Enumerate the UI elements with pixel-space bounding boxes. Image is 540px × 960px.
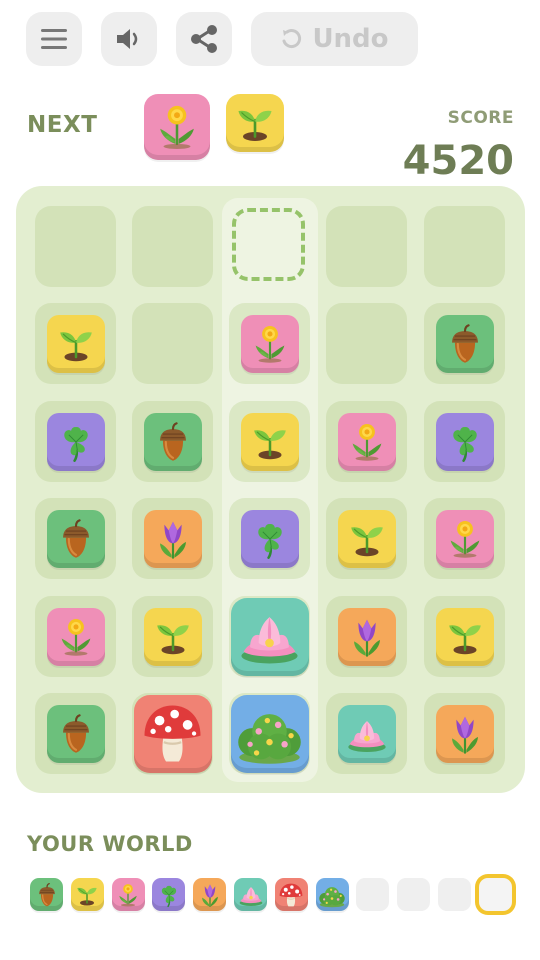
board-cell[interactable] — [35, 206, 116, 287]
flower-bush-icon — [319, 886, 345, 907]
next-tile-2 — [226, 94, 284, 152]
board-tile-acorn — [143, 412, 202, 471]
board-cell[interactable] — [326, 206, 407, 287]
board-cell[interactable] — [326, 303, 407, 384]
clover-icon — [452, 426, 477, 462]
board-tile-bush — [230, 694, 309, 773]
world-item-mushroom — [274, 878, 308, 911]
your-world-label: YOUR WORLD — [27, 832, 193, 856]
speaker-icon — [117, 29, 138, 49]
undo-label: Undo — [312, 24, 389, 54]
mushroom-icon — [279, 883, 303, 906]
dandelion-icon — [61, 618, 90, 656]
board-tile-dandelion — [337, 412, 396, 471]
drop-target-slot[interactable] — [232, 208, 305, 281]
sprout-icon — [350, 526, 383, 556]
score-value: 4520 — [402, 138, 514, 184]
score-label: SCORE — [447, 108, 514, 128]
world-item-bush — [315, 878, 349, 911]
next-label: NEXT — [27, 112, 98, 138]
acorn-icon — [62, 713, 89, 753]
board-tile-acorn — [46, 704, 105, 763]
tulip-icon — [451, 716, 478, 754]
flower-bush-icon — [238, 714, 301, 764]
sprout-icon — [59, 331, 92, 361]
board-tile-dandelion — [435, 509, 494, 568]
next-tile-1 — [144, 94, 210, 160]
dandelion-icon — [255, 325, 284, 363]
acorn-icon — [38, 882, 55, 906]
dandelion-icon — [119, 883, 137, 906]
undo-button[interactable]: Undo — [251, 12, 418, 66]
acorn-icon — [159, 421, 186, 461]
dandelion-icon — [352, 423, 381, 461]
mushroom-icon — [144, 705, 201, 762]
board-tile-mushroom — [133, 694, 212, 773]
board-tile-clover — [435, 412, 494, 471]
share-icon — [191, 25, 217, 53]
board-tile-sprout — [46, 314, 105, 373]
clover-icon — [161, 885, 177, 907]
sprout-icon — [77, 887, 97, 905]
board-tile-sprout — [435, 607, 494, 666]
tulip-icon — [201, 884, 218, 907]
world-item-sprout — [70, 878, 104, 911]
world-item-lotus — [234, 878, 267, 911]
world-item-dandelion — [111, 878, 145, 911]
sprout-icon — [253, 429, 286, 459]
clover-icon — [63, 426, 88, 462]
world-item-clover — [152, 878, 186, 911]
world-item-acorn — [30, 878, 63, 911]
board-cell[interactable] — [424, 206, 505, 287]
sound-button[interactable] — [101, 12, 157, 66]
acorn-icon — [62, 518, 89, 558]
board-tile-tulip — [143, 509, 202, 568]
board-tile-lotus — [230, 597, 309, 676]
board-tile-acorn — [435, 314, 494, 373]
undo-icon — [282, 29, 302, 48]
sprout-icon — [238, 110, 272, 141]
world-slot-empty — [438, 878, 471, 911]
lotus-icon — [347, 720, 386, 752]
world-item-tulip — [193, 878, 227, 911]
world-slot-empty — [356, 878, 390, 911]
tulip-icon — [159, 521, 186, 559]
board-cell[interactable] — [132, 303, 213, 384]
menu-button[interactable] — [26, 12, 82, 66]
board-tile-dandelion — [46, 607, 105, 666]
world-slot-current — [478, 878, 512, 911]
board-tile-sprout — [240, 412, 299, 471]
share-button[interactable] — [176, 12, 232, 66]
board-tile-tulip — [337, 607, 396, 666]
menu-icon — [41, 29, 67, 49]
dandelion-icon — [450, 520, 479, 558]
board-tile-sprout — [143, 607, 202, 666]
board-tile-dandelion — [240, 314, 299, 373]
acorn-icon — [451, 323, 478, 363]
clover-icon — [257, 523, 282, 559]
board-tile-tulip — [435, 704, 494, 763]
dandelion-icon — [160, 105, 194, 149]
tulip-icon — [353, 619, 380, 657]
board-cell[interactable] — [132, 206, 213, 287]
board-tile-clover — [46, 412, 105, 471]
board-tile-acorn — [46, 509, 105, 568]
lotus-icon — [241, 617, 298, 664]
board-tile-lotus — [337, 704, 396, 763]
sprout-icon — [448, 624, 481, 654]
board-tile-sprout — [337, 509, 396, 568]
sprout-icon — [156, 624, 189, 654]
board-tile-clover — [240, 509, 299, 568]
world-slot-empty — [397, 878, 431, 911]
lotus-icon — [239, 886, 262, 906]
